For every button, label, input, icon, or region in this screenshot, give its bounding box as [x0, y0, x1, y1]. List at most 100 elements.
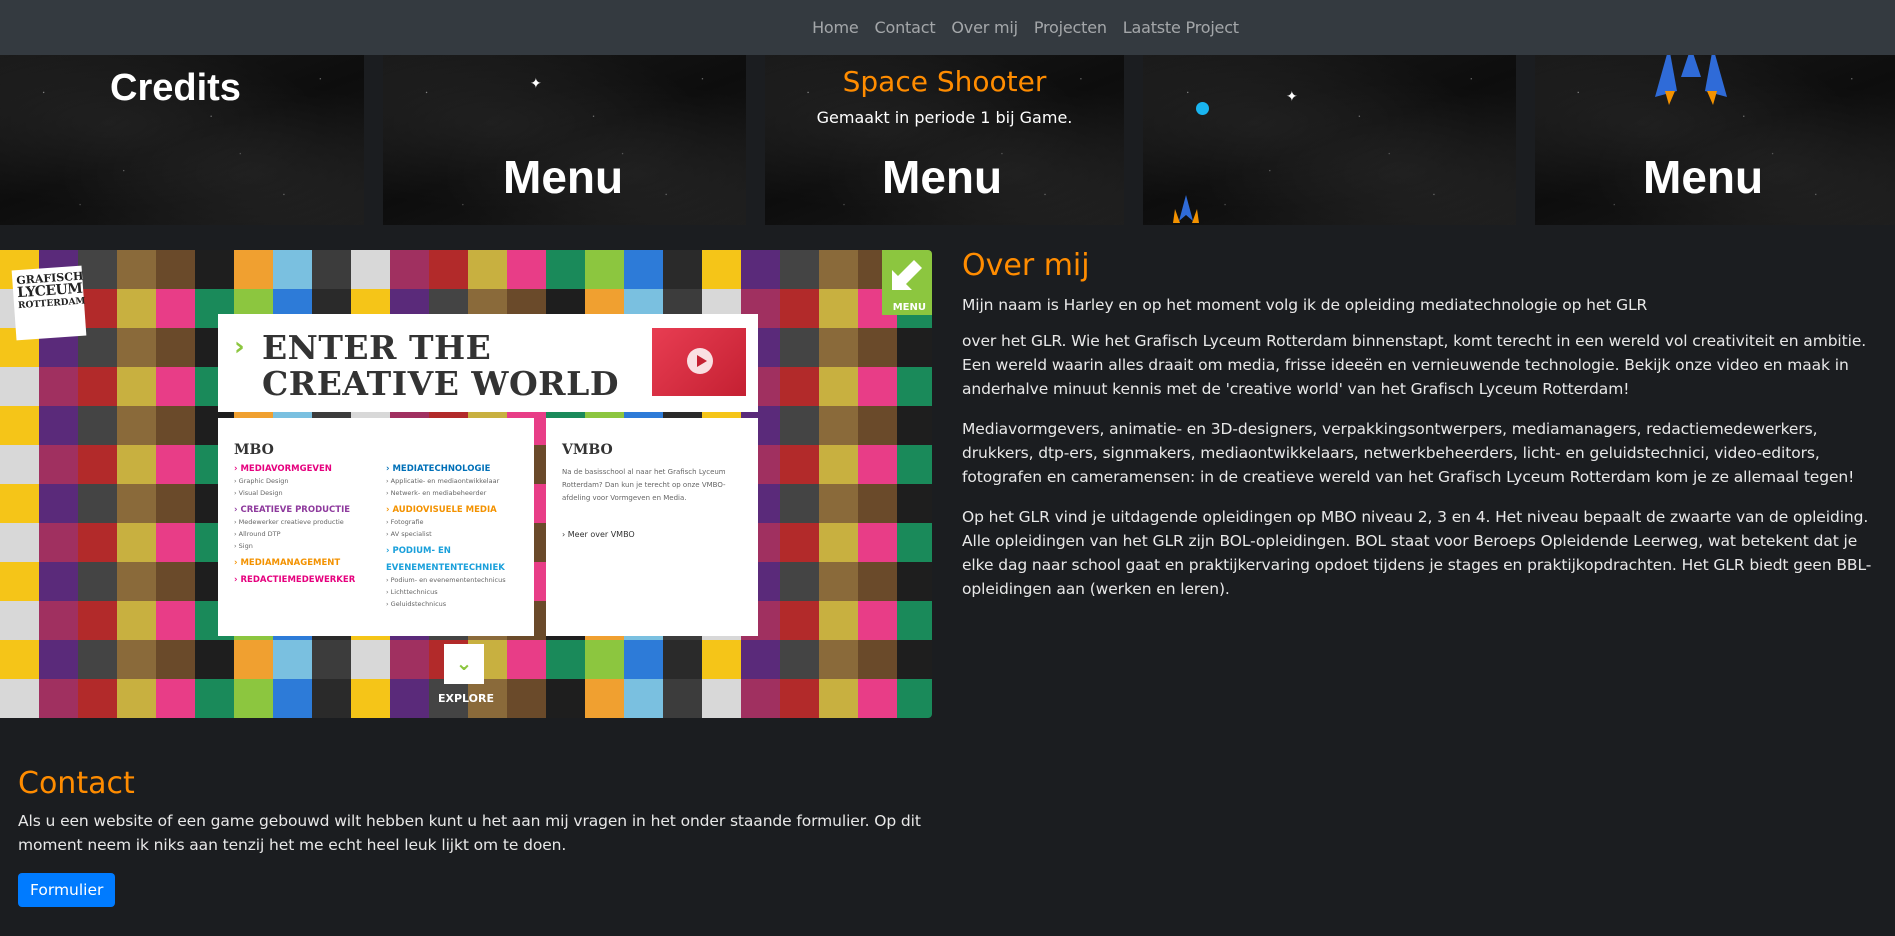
mbo-heading: MBO: [234, 442, 274, 458]
course-sub-item: › Lichttechnicus: [386, 588, 438, 596]
mosaic-tile: [39, 679, 78, 718]
mosaic-tile: [780, 289, 819, 328]
mosaic-tile: [585, 679, 624, 718]
nav-link-contact[interactable]: Contact: [867, 18, 944, 37]
course-sub-item: › Allround DTP: [234, 530, 281, 538]
mosaic-tile: [117, 562, 156, 601]
mosaic-tile: [741, 679, 780, 718]
mosaic-tile: [0, 601, 39, 640]
carousel-caption-text: Gemaakt in periode 1 bij Game.: [816, 108, 1073, 127]
mosaic-tile: [546, 640, 585, 679]
course-sub-item: › Medewerker creatieve productie: [234, 518, 344, 526]
mbo-card: MBO › MEDIAVORMGEVEN › Graphic Design › Vi…: [218, 418, 534, 636]
mosaic-tile: [624, 679, 663, 718]
course-link: › MEDIAMANAGEMENT: [234, 558, 341, 568]
mosaic-tile: [39, 484, 78, 523]
mosaic-tile: [897, 562, 932, 601]
mosaic-tile: [780, 484, 819, 523]
course-link: › PODIUM- EN: [386, 546, 451, 556]
course-sub-item: › Fotografie: [386, 518, 424, 526]
mosaic-tile: [663, 250, 702, 289]
mosaic-tile: [390, 640, 429, 679]
contact-text: Als u een website of een game gebouwd wi…: [18, 812, 921, 854]
play-icon: [687, 348, 713, 374]
mosaic-tile: [468, 250, 507, 289]
mosaic-tile: [234, 679, 273, 718]
mosaic-tile: [507, 679, 546, 718]
mosaic-tile: [117, 367, 156, 406]
mosaic-tile: [663, 679, 702, 718]
menu-label: MENU: [892, 302, 926, 313]
chevron-down-icon: ⌄: [444, 644, 484, 684]
nav-link-home[interactable]: Home: [804, 18, 866, 37]
mosaic-tile: [78, 367, 117, 406]
mosaic-tile: [39, 406, 78, 445]
mosaic-tile: [156, 679, 195, 718]
course-sub-item: › Geluidstechnicus: [386, 600, 447, 608]
mosaic-tile: [39, 562, 78, 601]
mosaic-tile: [156, 445, 195, 484]
formulier-button[interactable]: Formulier: [18, 873, 116, 907]
mosaic-tile: [156, 523, 195, 562]
mosaic-tile: [858, 328, 897, 367]
mosaic-tile: [702, 679, 741, 718]
video-thumbnail: [652, 328, 746, 396]
mosaic-tile: [351, 640, 390, 679]
course-sub-item: › Visual Design: [234, 489, 283, 497]
mosaic-tile: [312, 679, 351, 718]
mosaic-tile: [702, 250, 741, 289]
mosaic-tile: [819, 523, 858, 562]
mosaic-tile: [0, 640, 39, 679]
mosaic-tile: [897, 484, 932, 523]
mosaic-tile: [117, 523, 156, 562]
mosaic-tile: [78, 445, 117, 484]
mosaic-tile: [312, 640, 351, 679]
mosaic-tile: [156, 484, 195, 523]
vmbo-heading: VMBO: [562, 442, 613, 458]
mosaic-tile: [897, 601, 932, 640]
mosaic-tile: [546, 250, 585, 289]
mosaic-tile: [858, 640, 897, 679]
mosaic-tile: [858, 601, 897, 640]
mosaic-tile: [429, 250, 468, 289]
mosaic-tile: [156, 562, 195, 601]
over-mij-section: Over mij Mijn naam is Harley en op het m…: [962, 248, 1892, 617]
nav-link-laatste-project[interactable]: Laatste Project: [1115, 18, 1247, 37]
mosaic-tile: [117, 445, 156, 484]
mosaic-tile: [819, 484, 858, 523]
mosaic-tile: [819, 250, 858, 289]
mosaic-tile: [624, 250, 663, 289]
mosaic-tile: [156, 367, 195, 406]
mosaic-tile: [780, 406, 819, 445]
mosaic-tile: [0, 367, 39, 406]
mosaic-tile: [858, 679, 897, 718]
mosaic-tile: [39, 640, 78, 679]
mosaic-tile: [156, 406, 195, 445]
mosaic-tile: [741, 640, 780, 679]
mosaic-tile: [0, 445, 39, 484]
mosaic-tile: [897, 406, 932, 445]
game-screenshot-menu-2: Menu Space Shooter Gemaakt in periode 1 …: [765, 55, 1124, 225]
mosaic-tile: [819, 445, 858, 484]
nav-link-projecten[interactable]: Projecten: [1026, 18, 1115, 37]
over-mij-paragraph: over het GLR. Wie het Grafisch Lyceum Ro…: [962, 332, 1867, 398]
credits-text: Credits: [110, 67, 241, 109]
course-link: › AUDIOVISUELE MEDIA: [386, 505, 497, 515]
mosaic-tile: [78, 406, 117, 445]
mosaic-tile: [0, 523, 39, 562]
mosaic-tile: [39, 601, 78, 640]
nav-link-over-mij[interactable]: Over mij: [943, 18, 1025, 37]
headline-line-2: CREATIVE WORLD: [262, 364, 619, 403]
mosaic-tile: [156, 289, 195, 328]
chevron-right-icon: ›: [234, 332, 245, 362]
mosaic-tile: [195, 250, 234, 289]
mosaic-tile: [117, 679, 156, 718]
project-carousel[interactable]: Credits ✦ Menu Menu Space Shooter Gemaak…: [0, 55, 1895, 225]
mosaic-tile: [858, 562, 897, 601]
mosaic-tile: [78, 679, 117, 718]
mosaic-tile: [585, 250, 624, 289]
mosaic-tile: [117, 289, 156, 328]
mosaic-tile: [897, 445, 932, 484]
mosaic-tile: [78, 640, 117, 679]
mosaic-tile: [819, 289, 858, 328]
